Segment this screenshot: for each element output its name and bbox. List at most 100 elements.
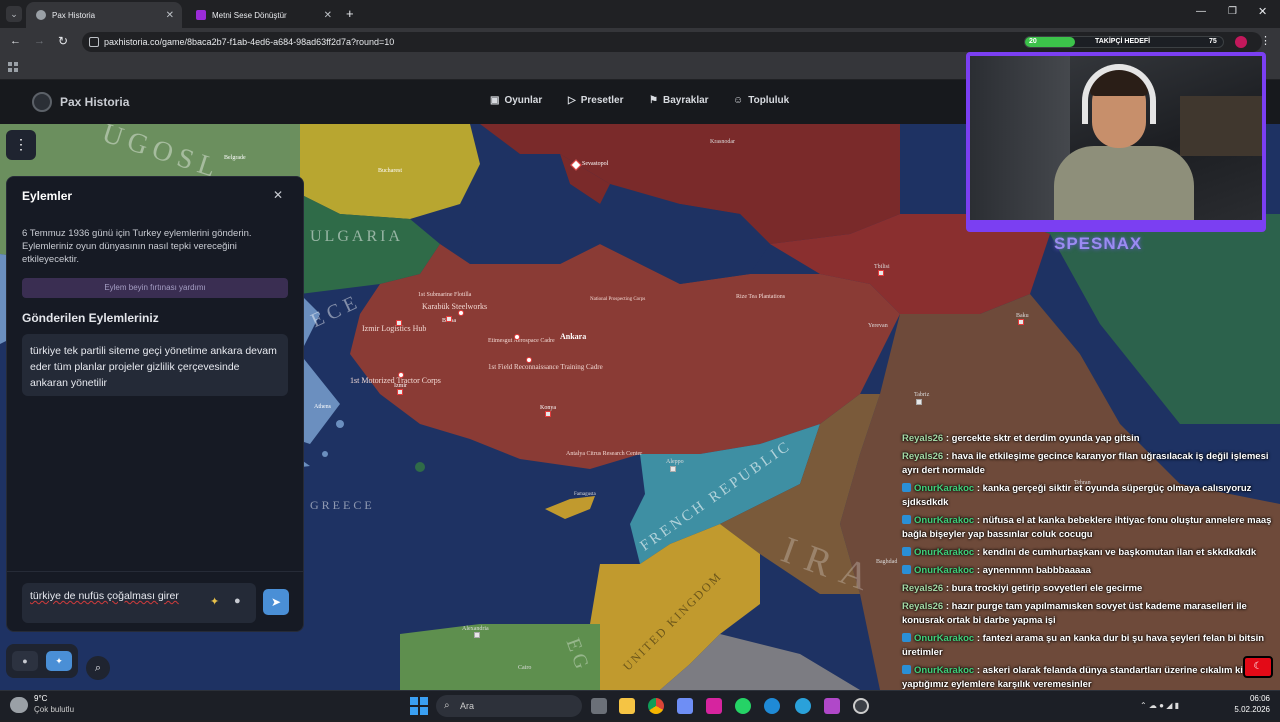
chat-username[interactable]: OnurKarakoc (914, 633, 974, 644)
city-bucharest[interactable]: Bucharest (378, 168, 402, 174)
globe-logo-icon[interactable] (32, 92, 52, 112)
close-panel-icon[interactable]: ✕ (273, 188, 283, 202)
city-tabriz[interactable]: Tabriz (914, 392, 929, 398)
telegram-icon[interactable] (795, 698, 811, 714)
clock-time[interactable]: 06:06 (1236, 694, 1270, 703)
facility-etimesgut[interactable]: Etimesgut Aerospace Cadre (488, 338, 555, 344)
city-cairo[interactable]: Cairo (518, 665, 531, 671)
panel-title: Eylemler (22, 189, 73, 203)
profile-avatar[interactable] (1235, 36, 1247, 48)
back-icon[interactable]: ← (10, 35, 21, 47)
file-explorer-icon[interactable] (619, 698, 635, 714)
taskbar-search[interactable]: ⌕ Ara (436, 695, 582, 717)
city-athens[interactable]: Athens (314, 404, 331, 410)
site-logo-text[interactable]: Pax Historia (60, 95, 129, 109)
facility-rize-tea[interactable]: Rize Tea Plantations (736, 294, 785, 300)
facility-prospecting[interactable]: National Prospecting Corps (590, 297, 645, 302)
chat-message: Reyals26 : hava ile etkileşime gecince k… (902, 451, 1269, 476)
chat-username[interactable]: OnurKarakoc (914, 515, 974, 526)
menu-icon[interactable]: ⋮ (1260, 34, 1271, 47)
map-menu-button[interactable]: ⋮ (6, 130, 36, 160)
tab-list-button[interactable]: ⌄ (6, 6, 22, 22)
city-ankara[interactable]: Ankara (560, 332, 586, 341)
chat-username[interactable]: OnurKarakoc (914, 665, 974, 676)
weather-temp[interactable]: 9°C (34, 694, 47, 703)
task-view-icon[interactable] (591, 698, 607, 714)
map-marker[interactable] (1018, 319, 1024, 325)
clock-date[interactable]: 5.02.2026 (1220, 705, 1270, 714)
map-marker[interactable] (514, 334, 520, 340)
app-icon[interactable] (824, 698, 840, 714)
instagram-icon[interactable] (706, 698, 722, 714)
close-tab-icon[interactable]: ✕ (324, 10, 332, 21)
region-label-bulgaria: ULGARIA (310, 228, 403, 245)
minimize-icon[interactable]: — (1196, 6, 1206, 17)
chat-text: hazır purge tam yapılmamısken sovyet üst… (902, 601, 1247, 626)
tab-metni-sese[interactable]: Metni Sese Dönüştür ✕ (186, 2, 340, 28)
chat-username[interactable]: Reyals26 (902, 583, 943, 594)
tray-icons[interactable]: ⌃ ☁ ● ◢ ▮ (1140, 701, 1220, 711)
chat-username[interactable]: Reyals26 (902, 601, 943, 612)
chat-username[interactable]: Reyals26 (902, 433, 943, 444)
close-window-icon[interactable]: ✕ (1258, 5, 1267, 18)
city-aleppo[interactable]: Aleppo (666, 459, 684, 465)
edge-icon[interactable] (764, 698, 780, 714)
city-sevastopol[interactable]: Sevastopol (582, 161, 608, 167)
actions-toggle-icon[interactable]: ✦ (46, 651, 72, 671)
chat-username[interactable]: OnurKarakoc (914, 547, 974, 558)
map-marker[interactable] (670, 466, 676, 472)
map-marker[interactable] (545, 411, 551, 417)
city-belgrade[interactable]: Belgrade (224, 155, 246, 161)
island (322, 451, 328, 457)
tab-pax-historia[interactable]: Pax Historia ✕ (26, 2, 182, 28)
forward-icon[interactable]: → (34, 35, 45, 47)
city-krasnodar[interactable]: Krasnodar (710, 139, 735, 145)
facility-karabuk[interactable]: Karabük Steelworks (422, 302, 487, 311)
chat-toggle-icon[interactable]: ● (12, 651, 38, 671)
weather-icon[interactable] (10, 697, 28, 713)
weather-desc[interactable]: Çok bulutlu (34, 705, 74, 714)
map-marker[interactable] (446, 316, 452, 322)
map-search-button[interactable]: ⌕ (86, 656, 110, 680)
send-button[interactable]: ➤ (263, 589, 289, 615)
facility-submarine[interactable]: 1st Submarine Flotilla (418, 292, 471, 298)
whatsapp-icon[interactable] (735, 698, 751, 714)
map-marker[interactable] (474, 632, 480, 638)
map-marker[interactable] (458, 310, 464, 316)
map-marker[interactable] (878, 270, 884, 276)
sparkle-icon[interactable]: ✦ (210, 595, 219, 608)
facility-recon-cadre[interactable]: 1st Field Reconnaissance Training Cadre (488, 363, 603, 371)
close-tab-icon[interactable]: ✕ (166, 10, 174, 21)
new-tab-icon[interactable]: + (346, 6, 354, 21)
nav-bayraklar[interactable]: ⚑ Bayraklar (649, 95, 709, 106)
facility-tractor[interactable]: 1st Motorized Tractor Corps (350, 376, 441, 385)
facility-izmir-logistics[interactable]: Izmir Logistics Hub (362, 324, 426, 333)
obs-icon[interactable] (853, 698, 869, 714)
restore-icon[interactable]: ❐ (1228, 6, 1237, 17)
chat-username[interactable]: OnurKarakoc (914, 565, 974, 576)
nav-oyunlar[interactable]: ▣ Oyunlar (490, 95, 542, 106)
site-info-icon[interactable] (89, 37, 99, 47)
vpn-icon[interactable] (677, 698, 693, 714)
nav-presetler[interactable]: ▷ Presetler (568, 95, 624, 106)
city-yerevan[interactable]: Yerevan (868, 323, 888, 329)
chat-username[interactable]: OnurKarakoc (914, 483, 974, 494)
map-marker[interactable] (397, 389, 403, 395)
facility-antalya-citrus[interactable]: Antalya Citrus Research Center (566, 451, 642, 457)
microphone-icon[interactable]: ● (234, 595, 241, 607)
reload-icon[interactable]: ↻ (58, 34, 68, 48)
start-button[interactable] (410, 697, 428, 715)
brainstorm-button[interactable]: Eylem beyin fırtınası yardımı (22, 278, 288, 298)
map-marker[interactable] (916, 399, 922, 405)
city-famagusta[interactable]: Famagusta (574, 492, 596, 497)
map-marker[interactable] (398, 372, 404, 378)
chat-username[interactable]: Reyals26 (902, 451, 943, 462)
city-baghdad[interactable]: Baghdad (876, 559, 897, 565)
nav-topluluk[interactable]: ☺ Topluluk (733, 95, 789, 106)
chat-message: Reyals26 : bura trockiyi getirip sovyetl… (902, 583, 1143, 594)
map-marker[interactable] (396, 320, 402, 326)
apps-grid-icon[interactable] (8, 62, 18, 72)
chrome-icon[interactable] (648, 698, 664, 714)
map-marker[interactable] (526, 357, 532, 363)
action-input[interactable]: türkiye de nufüs çoğalması girer ✦ ● (22, 583, 256, 623)
